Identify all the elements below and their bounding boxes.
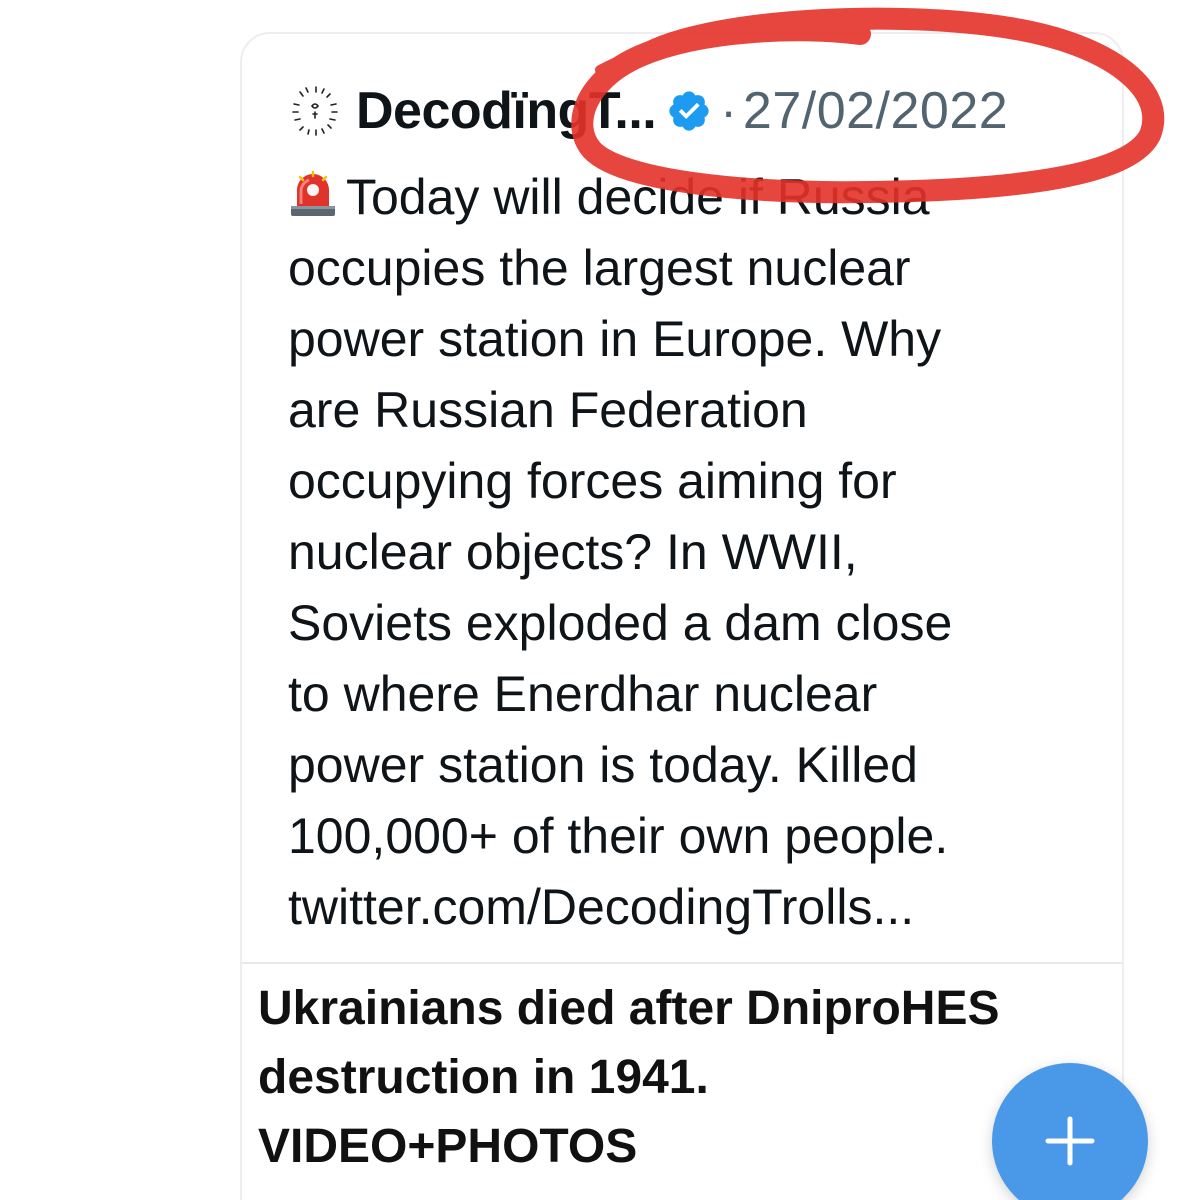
siren-icon [291, 170, 335, 216]
link-preview-title-line-2: VIDEO+PHOTOS [258, 1120, 638, 1173]
link-preview-title-line-1: destruction in 1941. [258, 1051, 709, 1104]
tweet-text-line-7: to where Enerdhar nuclear [288, 666, 878, 722]
tweet-header: DecodïngT... · 27/02/2022 [286, 76, 1008, 146]
plus-icon [1045, 1116, 1095, 1166]
tweet-text-line-4: occupying forces aiming for [288, 453, 897, 509]
screenshot-page: DecodïngT... · 27/02/2022 Today will dec… [0, 0, 1180, 1200]
tweet-text-line-8: power station is today. Killed [288, 737, 918, 793]
tweet-date[interactable]: 27/02/2022 [743, 81, 1008, 141]
tweet-text-line-0: Today will decide if Russia [346, 169, 930, 225]
tweet-text-line-1: occupies the largest nuclear [288, 240, 911, 296]
avatar[interactable] [286, 82, 344, 140]
quoted-tweet-card[interactable]: DecodïngT... · 27/02/2022 Today will dec… [240, 32, 1124, 1200]
tweet-link[interactable]: twitter.com/DecodingTrolls... [288, 872, 1088, 943]
verified-badge-icon [669, 91, 709, 131]
tweet-text-line-9: 100,000+ of their own people. [288, 808, 949, 864]
card-divider [242, 962, 1122, 964]
tweet-text-line: Today will decide if Russia [288, 162, 1088, 233]
link-preview[interactable]: Ukrainians died after DniproHES destruct… [258, 974, 1118, 1181]
tweet-text-line-2: power station in Europe. Why [288, 311, 942, 367]
tweet-text-line-5: nuclear objects? In WWII, [288, 524, 858, 580]
tweet-text-line-3: are Russian Federation [288, 382, 808, 438]
tweet-text: Today will decide if Russia occupies the… [288, 162, 1088, 943]
tweet-text-line-6: Soviets exploded a dam close [288, 595, 953, 651]
author-name[interactable]: DecodïngT... [356, 81, 657, 141]
link-preview-title-line-0: Ukrainians died after DniproHES [258, 982, 1000, 1035]
compose-button[interactable] [992, 1063, 1148, 1200]
separator-dot: · [720, 83, 737, 139]
avatar-icon [287, 83, 343, 139]
